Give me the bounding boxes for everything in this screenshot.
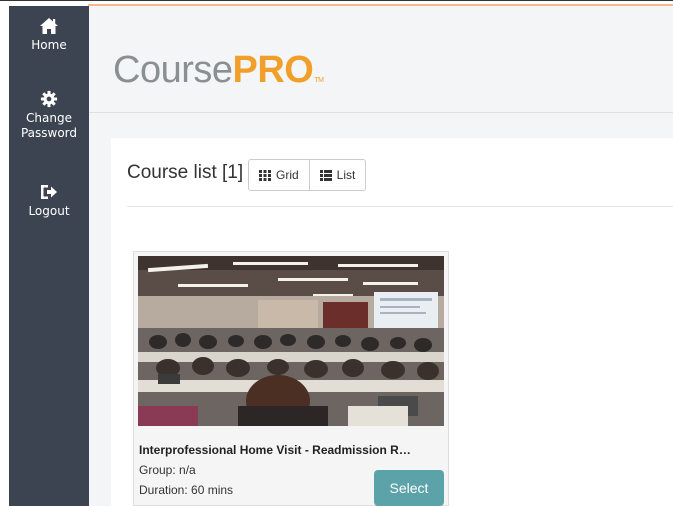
course-group: Group: n/a	[139, 463, 196, 477]
header: CoursePROTM	[89, 6, 673, 113]
sidebar-item-label: Home	[31, 38, 67, 52]
sidebar-item-label: Logout	[28, 204, 70, 218]
grid-label: Grid	[276, 168, 299, 182]
sidebar-item-change-password[interactable]: Change Password	[9, 90, 89, 141]
course-card: Interprofessional Home Visit - Readmissi…	[133, 251, 449, 506]
sidebar-item-label: Change Password	[20, 111, 78, 140]
main-content: CoursePROTM Course list [1] Grid List In…	[89, 6, 673, 506]
list-view-button[interactable]: List	[309, 159, 367, 191]
course-duration: Duration: 60 mins	[139, 483, 234, 497]
home-icon	[40, 18, 58, 34]
grid-view-button[interactable]: Grid	[248, 159, 310, 191]
view-toggle: Grid List	[248, 159, 367, 191]
logout-icon	[41, 185, 57, 199]
sidebar-item-home[interactable]: Home	[9, 17, 89, 53]
grid-icon	[259, 169, 271, 181]
list-icon	[319, 169, 332, 181]
coursepro-logo: CoursePROTM	[113, 49, 324, 91]
sidebar-item-logout[interactable]: Logout	[9, 183, 89, 219]
gear-icon	[40, 90, 58, 108]
list-label: List	[336, 168, 356, 182]
lecture-hall-photo	[138, 256, 444, 426]
sidebar: Home Change Password Logout	[9, 6, 89, 506]
course-title: Interprofessional Home Visit - Readmissi…	[139, 443, 411, 457]
page-title: Course list [1]	[127, 162, 244, 183]
divider	[127, 206, 673, 207]
select-button[interactable]: Select	[374, 470, 444, 506]
course-list-panel: Course list [1] Grid List Interprofessio…	[111, 138, 673, 506]
course-image[interactable]	[138, 256, 444, 426]
